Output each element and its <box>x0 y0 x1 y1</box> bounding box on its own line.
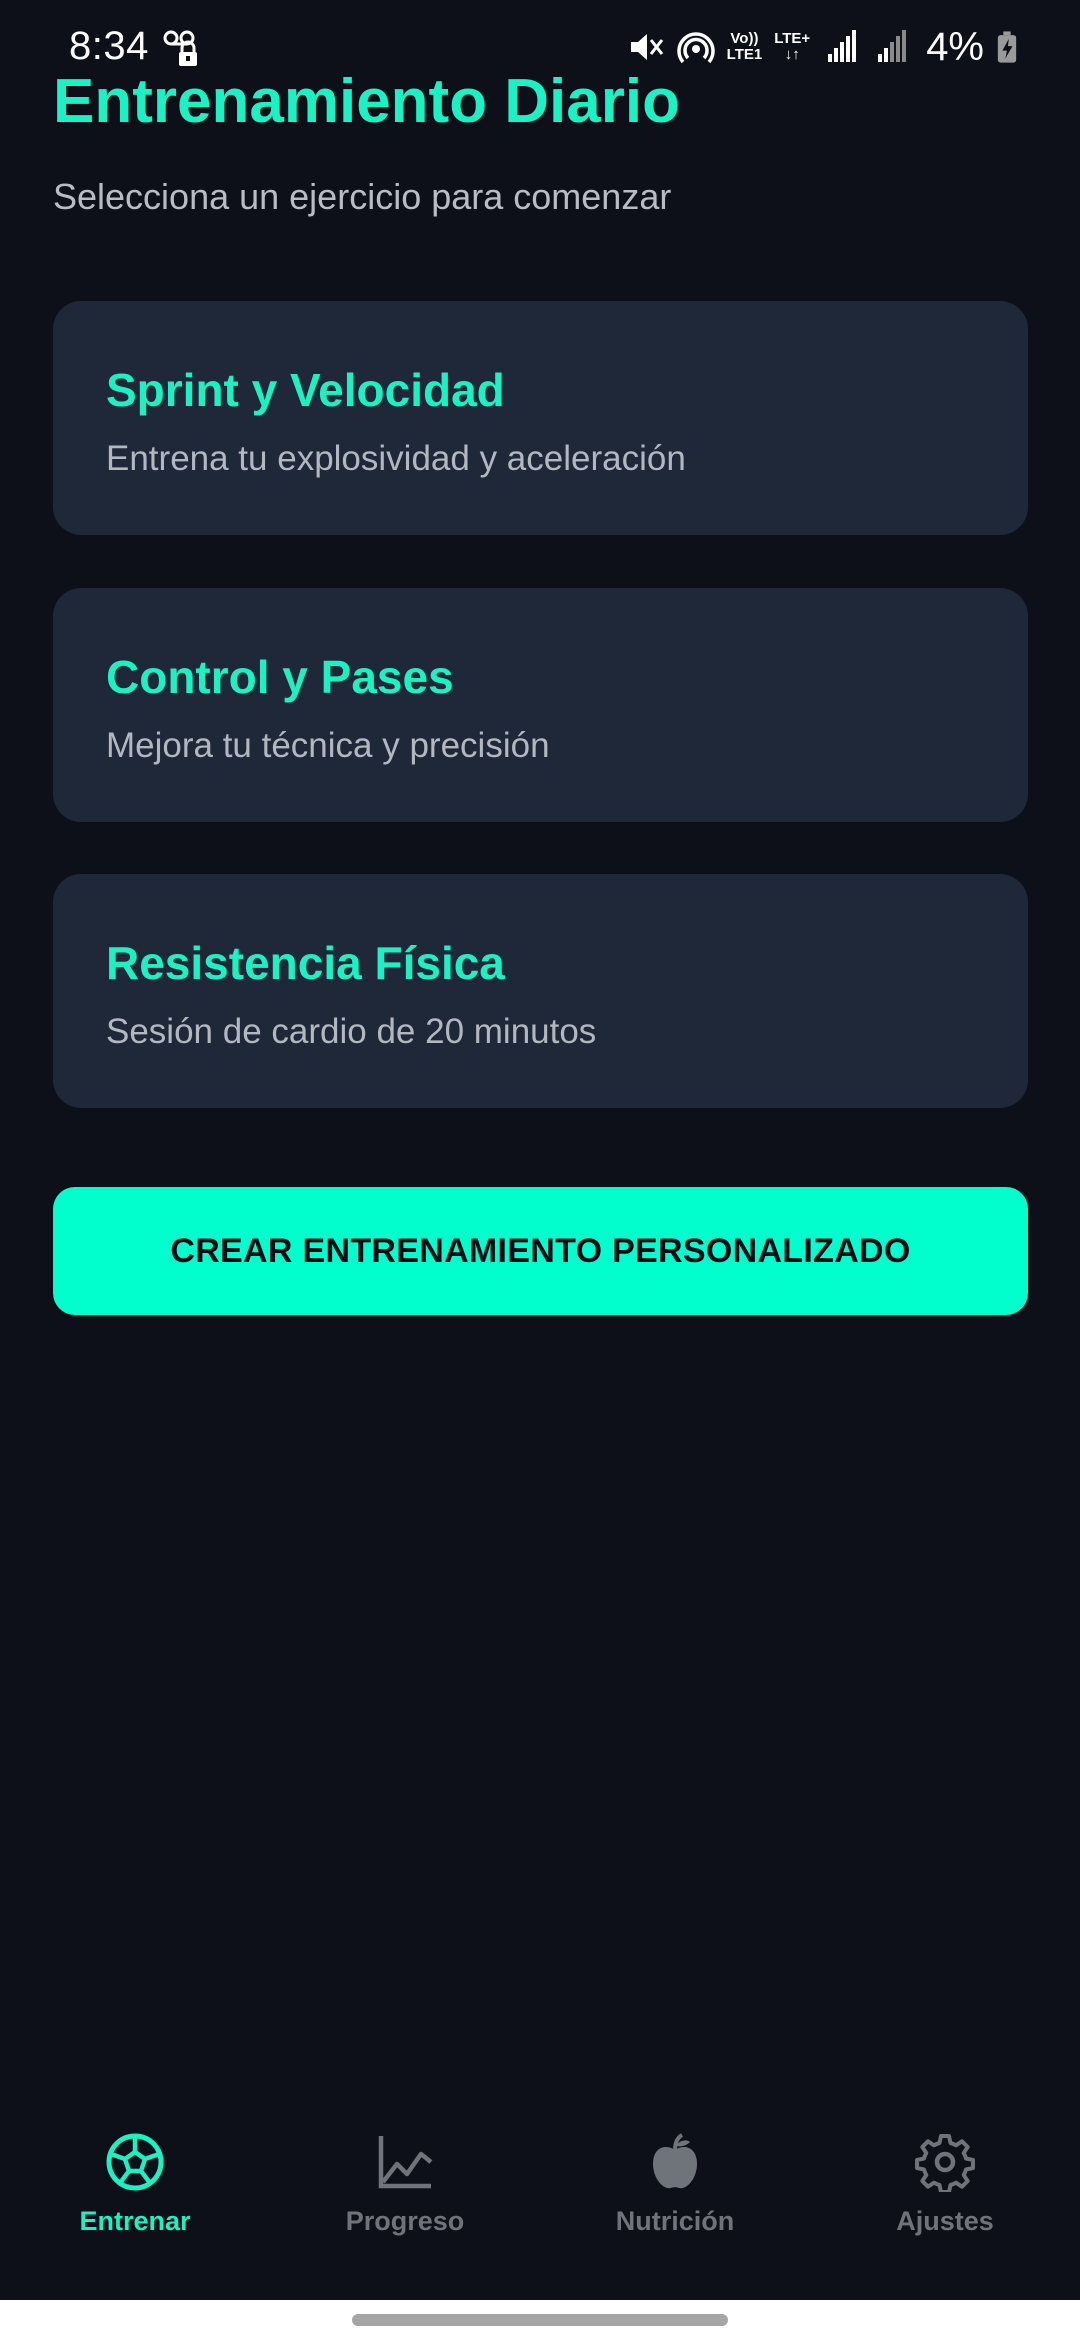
bottom-nav: Entrenar Progreso Nutrición Ajustes <box>0 2110 1080 2300</box>
workout-card-title: Control y Pases <box>106 651 454 703</box>
page-subtitle: Selecciona un ejercicio para comenzar <box>53 176 672 217</box>
volte-indicator: Vo)) LTE1 <box>727 31 763 63</box>
voicemail-lock-icon <box>163 30 197 66</box>
nav-label: Ajustes <box>896 2206 994 2236</box>
nav-item-progreso[interactable]: Progreso <box>270 2110 540 2260</box>
mute-icon <box>630 34 663 60</box>
data-arrows-icon: ↓↑ <box>784 46 800 63</box>
lte-label: LTE+ <box>774 30 811 47</box>
gesture-bar <box>0 2300 1080 2340</box>
nav-item-ajustes[interactable]: Ajustes <box>810 2110 1080 2260</box>
volte-top-label: Vo)) <box>730 30 759 47</box>
volte-bottom-label: LTE1 <box>726 46 763 63</box>
page-title: Entrenamiento Diario <box>53 67 680 136</box>
soccer-ball-icon <box>106 2133 164 2191</box>
gear-icon <box>915 2134 975 2192</box>
status-icons: Vo)) LTE1 LTE+ ↓↑ 4% <box>627 22 1018 72</box>
nav-label: Entrenar <box>79 2206 191 2236</box>
workout-card-description: Sesión de cardio de 20 minutos <box>106 1012 597 1051</box>
battery-percent: 4% <box>926 24 984 69</box>
status-time: 8:34 <box>69 24 149 68</box>
nav-item-entrenar[interactable]: Entrenar <box>0 2110 270 2260</box>
apple-icon <box>653 2133 697 2189</box>
line-chart-icon <box>378 2136 433 2189</box>
workout-card-resistance[interactable]: Resistencia Física Sesión de cardio de 2… <box>53 874 1028 1108</box>
signal-icon <box>878 30 907 62</box>
nav-label: Nutrición <box>615 2206 735 2236</box>
workout-card-description: Entrena tu explosividad y aceleración <box>106 439 686 478</box>
workout-card-description: Mejora tu técnica y precisión <box>106 726 550 765</box>
workout-card-title: Sprint y Velocidad <box>106 364 505 416</box>
workout-card-title: Resistencia Física <box>106 937 505 989</box>
nav-item-nutricion[interactable]: Nutrición <box>540 2110 810 2260</box>
lte-indicator: LTE+ ↓↑ <box>774 31 810 63</box>
create-custom-workout-button[interactable]: CREAR ENTRENAMIENTO PERSONALIZADO <box>53 1187 1028 1315</box>
workout-card-sprint[interactable]: Sprint y Velocidad Entrena tu explosivid… <box>53 301 1028 535</box>
hotspot-icon <box>676 32 715 64</box>
workout-card-control[interactable]: Control y Pases Mejora tu técnica y prec… <box>53 588 1028 822</box>
signal-icon <box>828 30 857 62</box>
home-gesture-handle[interactable] <box>352 2314 728 2326</box>
nav-label: Progreso <box>345 2206 465 2236</box>
battery-charging-icon <box>997 31 1017 63</box>
